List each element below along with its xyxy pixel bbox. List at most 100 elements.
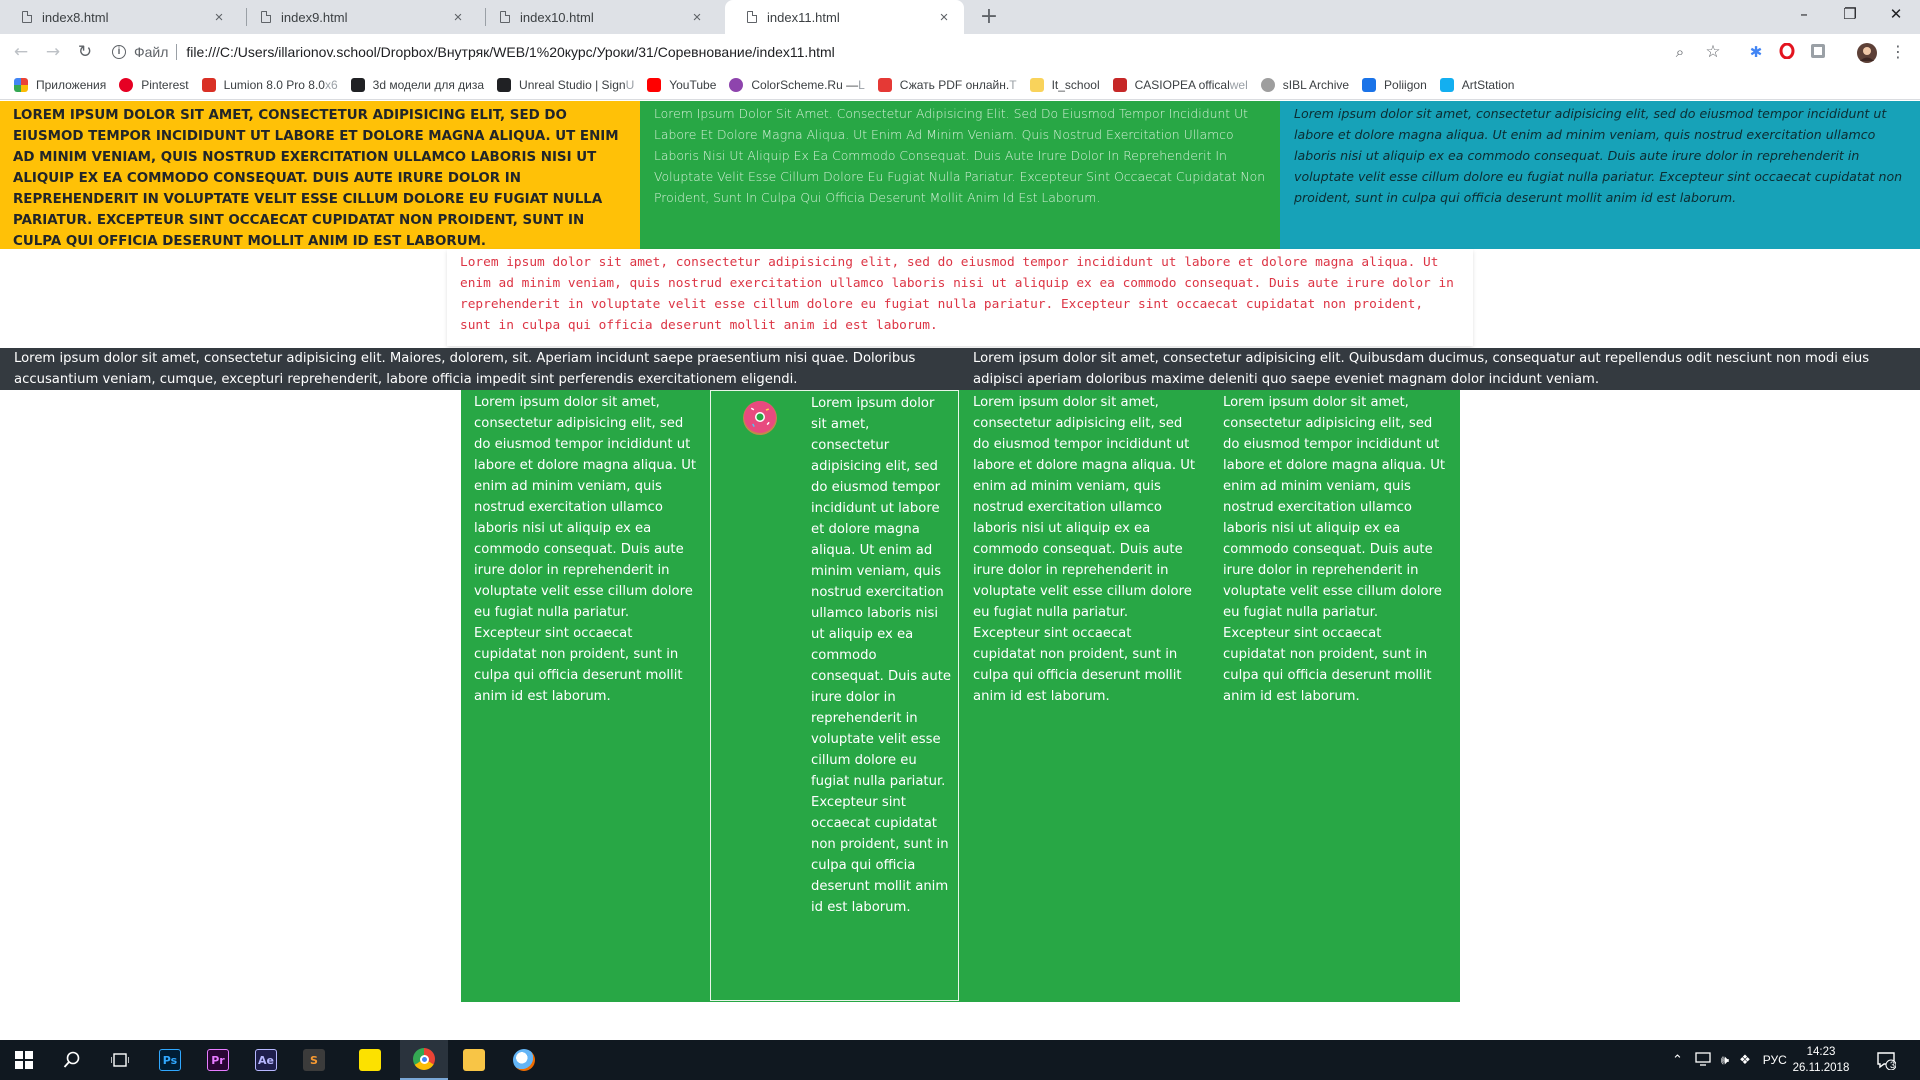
volume-icon[interactable]: 🕪 [1721, 1052, 1729, 1068]
bookmark-item[interactable]: Lumion 8.0 Pro 8.0 x6 [201, 77, 338, 92]
paint-icon [513, 1049, 535, 1071]
bookmark-label: ColorScheme.Ru — [751, 77, 859, 92]
bookmark-label: Lumion 8.0 Pro 8.0 [223, 77, 325, 92]
date-text: 26.11.2018 [1792, 1062, 1850, 1074]
address-divider [176, 44, 178, 60]
action-center-button[interactable]: 3 [1862, 1040, 1910, 1080]
search-button[interactable] [48, 1040, 96, 1080]
teal-italic-block: Lorem ipsum dolor sit amet, consectetur … [1280, 101, 1920, 249]
tab-index9[interactable]: index9.html × [239, 0, 478, 34]
bookmark-label: YouTube [669, 77, 717, 92]
bookmark-label: Poliigon [1384, 77, 1427, 92]
document-icon [500, 11, 510, 23]
profile-avatar[interactable] [1857, 43, 1877, 63]
tab-label: index11.html [767, 9, 840, 25]
colorscheme-icon [729, 77, 744, 92]
3d-models-icon [350, 77, 365, 92]
bookmark-item[interactable]: 3d модели для диза [350, 77, 485, 92]
search-icon [63, 1051, 80, 1068]
bookmark-label-truncated: L [858, 77, 865, 92]
bookmark-item[interactable]: Pinterest [119, 77, 189, 92]
bookmark-item[interactable]: sIBL Archive [1260, 77, 1349, 92]
back-arrow-icon[interactable]: ← [9, 40, 33, 64]
bookmark-item[interactable]: CASIOPEA offical wel [1112, 77, 1248, 92]
maximize-button[interactable]: ❐ [1827, 0, 1873, 30]
system-tray: ⌃ 🕪 ❖ РУС [1672, 1040, 1797, 1080]
bookmark-item[interactable]: It_school [1029, 77, 1100, 92]
bookmark-label-truncated: T [1009, 77, 1017, 92]
windows-taskbar: Ps Pr Ae S ⌃ 🕪 ❖ РУС 14:23 26.11.2018 3 [0, 1040, 1920, 1080]
tab-index10[interactable]: index10.html × [478, 0, 717, 34]
address-bar[interactable]: i Файл file:///C:/Users/illarionov.schoo… [112, 38, 1718, 66]
tab-index11[interactable]: index11.html × [725, 0, 964, 34]
network-icon[interactable] [1695, 1051, 1711, 1069]
extension-puzzle-icon[interactable] [1809, 43, 1827, 61]
column-2-text: Lorem ipsum dolor sit amet, consectetur … [811, 396, 951, 915]
new-tab-button[interactable]: + [976, 4, 1002, 30]
column-2: Lorem ipsum dolor sit amet, consectetur … [710, 390, 959, 1001]
menu-kebab-icon[interactable]: ⋮ [1889, 43, 1907, 61]
language-indicator[interactable]: РУС [1763, 1053, 1787, 1067]
bookmark-label: CASIOPEA offical [1134, 77, 1230, 92]
bookmark-item[interactable]: Poliigon [1362, 77, 1427, 92]
bookmark-label-truncated: x6 [324, 77, 338, 92]
bookmark-label: Приложения [36, 77, 107, 92]
zoom-search-icon[interactable]: ⌕ [1671, 43, 1689, 61]
dark-text-right: Lorem ipsum dolor sit amet, consectetur … [973, 351, 1870, 387]
tab-label: index10.html [520, 9, 594, 25]
close-tab-icon[interactable]: × [936, 9, 952, 26]
chevron-up-icon[interactable]: ⌃ [1672, 1052, 1683, 1068]
apps-grid-icon [14, 77, 28, 92]
taskbar-app-button[interactable] [346, 1040, 394, 1080]
column-3: Lorem ipsum dolor sit amet, consectetur … [973, 395, 1196, 704]
yellow-text-block: Lorem ipsum dolor sit amet, consectetur … [0, 101, 640, 249]
premiere-icon: Pr [207, 1049, 229, 1071]
bookmark-star-icon[interactable]: ☆ [1704, 43, 1722, 61]
close-tab-icon[interactable]: × [211, 9, 227, 26]
pinterest-icon [119, 77, 134, 92]
bookmark-label-truncated: U [625, 77, 635, 92]
clock[interactable]: 14:23 26.11.2018 [1792, 1044, 1850, 1076]
bookmark-label: 3d модели для диза [372, 77, 485, 92]
extension-google-icon[interactable]: ✱ [1747, 43, 1765, 61]
sublime-icon: S [303, 1049, 325, 1071]
bookmark-item[interactable]: Unreal Studio | Sign U [497, 77, 635, 92]
bookmark-label: Unreal Studio | Sign [519, 77, 626, 92]
bookmark-item[interactable]: ArtStation [1439, 77, 1514, 92]
forward-arrow-icon[interactable]: → [41, 40, 65, 64]
opera-extension-icon[interactable] [1778, 42, 1796, 61]
url-text[interactable]: file:///C:/Users/illarionov.school/Dropb… [186, 44, 834, 60]
close-tab-icon[interactable]: × [450, 9, 466, 26]
taskbar-app-button[interactable] [450, 1040, 498, 1080]
bookmark-label: It_school [1051, 77, 1100, 92]
bookmark-item[interactable]: Приложения [14, 77, 107, 92]
sibl-icon [1260, 77, 1275, 92]
folder-icon [1029, 77, 1044, 92]
taskbar-app-button[interactable]: Ps [146, 1040, 194, 1080]
chrome-center [419, 1054, 429, 1064]
bookmark-item[interactable]: ColorScheme.Ru — L [729, 77, 865, 92]
bookmark-item[interactable]: Сжать PDF онлайн. T [877, 77, 1017, 92]
task-view-button[interactable] [96, 1040, 144, 1080]
tab-index8[interactable]: index8.html × [0, 0, 239, 34]
close-window-button[interactable]: ✕ [1873, 0, 1919, 30]
taskbar-app-button[interactable]: S [290, 1040, 338, 1080]
taskbar-app-button[interactable]: Pr [194, 1040, 242, 1080]
bookmark-label-truncated: wel [1229, 77, 1248, 92]
taskbar-app-button[interactable] [500, 1040, 548, 1080]
dark-text-left: Lorem ipsum dolor sit amet, consectetur … [14, 351, 916, 387]
taskbar-app-button[interactable]: Ae [242, 1040, 290, 1080]
close-tab-icon[interactable]: × [689, 9, 705, 26]
aftereffects-icon: Ae [255, 1049, 277, 1071]
info-icon[interactable]: i [112, 45, 126, 59]
chrome-icon [413, 1048, 435, 1070]
bookmark-item[interactable]: YouTube [647, 77, 717, 92]
pdf-heart-icon [877, 77, 892, 92]
reload-icon[interactable]: ↻ [73, 40, 97, 64]
dropbox-icon[interactable]: ❖ [1739, 1052, 1751, 1068]
start-button[interactable] [0, 1040, 48, 1080]
artstation-icon [1439, 77, 1454, 92]
minimize-button[interactable]: – [1781, 0, 1827, 30]
taskbar-app-button[interactable] [400, 1040, 448, 1080]
sticky-notes-icon [359, 1049, 381, 1071]
